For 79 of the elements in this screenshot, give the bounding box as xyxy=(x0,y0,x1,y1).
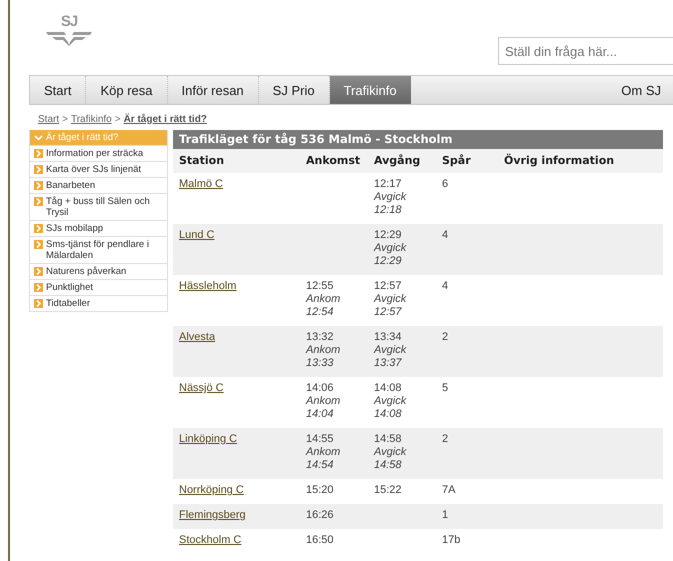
sidebar-item[interactable]: Information per sträcka xyxy=(30,145,167,161)
table-cell-text: 17b xyxy=(442,534,462,547)
nav-tab[interactable]: Köp resa xyxy=(86,76,168,104)
table-cell-text: 12:29 xyxy=(374,229,403,242)
breadcrumb-separator: > xyxy=(114,114,121,124)
breadcrumb-link[interactable]: Start xyxy=(38,114,60,124)
status-note: Avgick 12:18 xyxy=(374,191,408,217)
table-cell-text: 14:08 xyxy=(374,382,403,395)
table-cell-text: 2 xyxy=(442,433,450,446)
table-cell-text: 15:22 xyxy=(374,484,403,497)
status-note: Ankom 14:04 xyxy=(306,395,342,421)
chevron-right-icon xyxy=(34,197,43,206)
search-field[interactable]: Ställ din fråga här... xyxy=(498,37,673,65)
table-cell-text: 14:06 xyxy=(306,382,335,395)
table-cell-text: 6 xyxy=(442,178,450,191)
table-cell-text: 13:34 xyxy=(374,331,403,344)
breadcrumb-link[interactable]: Är tåget i rätt tid? xyxy=(124,114,207,124)
column-header: Station xyxy=(173,149,300,173)
sidebar-item[interactable]: SJs mobilapp xyxy=(30,220,167,236)
sidebar-item[interactable]: Banarbeten xyxy=(30,177,167,193)
station-link[interactable]: Norrköping C xyxy=(179,484,244,496)
station-link[interactable]: Linköping C xyxy=(179,433,238,445)
status-note: Ankom 13:33 xyxy=(306,344,342,370)
station-link[interactable]: Lund C xyxy=(179,229,214,241)
station-link[interactable]: Malmö C xyxy=(179,178,224,190)
table-cell-text: 4 xyxy=(442,280,450,293)
status-note: Avgick 12:29 xyxy=(374,242,408,268)
chevron-right-icon xyxy=(34,165,43,174)
status-note: Avgick 14:08 xyxy=(374,395,408,421)
sidebar-item[interactable]: Sms-tjänst för pendlare i Mälardalen xyxy=(30,236,167,263)
breadcrumb-link[interactable]: Trafikinfo xyxy=(70,114,112,124)
column-header: Avgång xyxy=(368,149,436,173)
column-header: Övrig information xyxy=(498,149,663,173)
status-note: Avgick 14:58 xyxy=(374,446,408,472)
table-cell-text: 12:17 xyxy=(374,178,403,191)
table-cell-text: 12:55 xyxy=(306,280,335,293)
chevron-down-icon xyxy=(34,133,43,142)
table-cell-text: 1 xyxy=(442,509,450,522)
column-header: Ankomst xyxy=(300,149,368,173)
nav-tab[interactable]: Inför resan xyxy=(168,76,259,104)
sidebar-item[interactable]: Punktlighet xyxy=(30,279,167,295)
column-header: Spår xyxy=(436,149,498,173)
table-cell-text: 2 xyxy=(442,331,450,344)
station-link[interactable]: Alvesta xyxy=(179,331,216,343)
nav-tab[interactable]: Trafikinfo xyxy=(330,76,411,104)
station-link[interactable]: Hässleholm xyxy=(179,280,236,292)
chevron-right-icon xyxy=(34,283,43,292)
chevron-right-icon xyxy=(34,224,43,233)
table-cell-text: 14:55 xyxy=(306,433,335,446)
status-note: Ankom 12:54 xyxy=(306,293,342,319)
nav-tab[interactable]: Start xyxy=(30,76,86,104)
status-note: Ankom 14:54 xyxy=(306,446,342,472)
chevron-right-icon xyxy=(34,240,43,249)
nav-tab[interactable]: Om SJ xyxy=(607,76,673,104)
sidebar-item[interactable]: Karta över SJs linjenät xyxy=(30,161,167,177)
table-cell-text: 5 xyxy=(442,382,450,395)
chevron-right-icon xyxy=(34,299,43,308)
table-cell-text: 4 xyxy=(442,229,450,242)
table-title: Trafikläget för tåg 536 Malmö - Stockholm xyxy=(173,130,663,149)
logo-text: SJ xyxy=(60,14,78,30)
table-cell-text: 14:58 xyxy=(374,433,403,446)
table-cell-text: 12:57 xyxy=(374,280,403,293)
sidebar-item[interactable]: Naturens påverkan xyxy=(30,263,167,279)
status-note: Avgick 12:57 xyxy=(374,293,408,319)
station-link[interactable]: Stockholm C xyxy=(179,534,242,546)
station-link[interactable]: Nässjö C xyxy=(179,382,224,394)
chevron-right-icon xyxy=(34,181,43,190)
table-cell-text: 16:50 xyxy=(306,534,335,547)
wings-icon xyxy=(44,30,94,46)
status-note: Avgick 13:37 xyxy=(374,344,408,370)
table-cell-text: 15:20 xyxy=(306,484,335,497)
chevron-right-icon xyxy=(34,267,43,276)
table-cell-text: 7A xyxy=(442,484,456,497)
sidebar-item[interactable]: Tidtabeller xyxy=(30,295,167,311)
chevron-right-icon xyxy=(34,149,43,158)
sidebar-item[interactable]: Tåg + buss till Sälen och Trysil xyxy=(30,193,167,220)
breadcrumb-separator: > xyxy=(62,114,68,124)
table-cell-text: 13:32 xyxy=(306,331,335,344)
table-cell-text: 16:26 xyxy=(306,509,335,522)
